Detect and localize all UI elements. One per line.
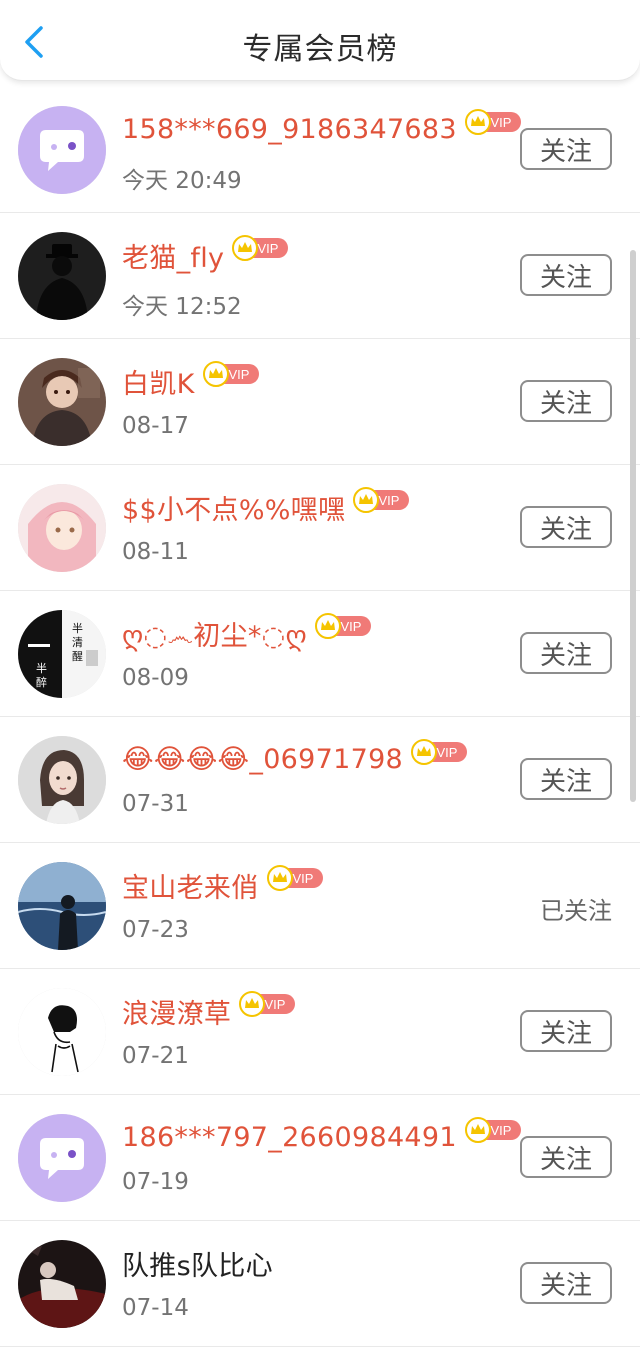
avatar[interactable]: 半 清 醒 半 醉 <box>18 610 106 698</box>
svg-text:醉: 醉 <box>36 675 47 689</box>
follow-button[interactable]: 关注 <box>520 1262 612 1304</box>
member-date: 07-14 <box>122 1295 189 1321</box>
vip-badge-icon: VIP <box>353 487 410 513</box>
page-title: 专属会员榜 <box>242 32 398 67</box>
avatar[interactable] <box>18 1114 106 1202</box>
member-date: 08-09 <box>122 665 189 691</box>
vip-badge-label: VIP <box>379 493 400 508</box>
member-name-line: 队推s队比心 <box>122 1243 273 1283</box>
member-row[interactable]: 老猫_fly VIP 今天 12:52 关注 <box>0 213 640 339</box>
member-date: 07-31 <box>122 791 189 817</box>
member-row[interactable]: 186***797_2660984491 VIP 07-19 关注 <box>0 1095 640 1221</box>
avatar[interactable] <box>18 232 106 320</box>
member-row[interactable]: 😂😂😂😂_06971798 VIP 07-31 关注 <box>0 717 640 843</box>
member-date: 07-19 <box>122 1169 189 1195</box>
member-row[interactable]: 半 清 醒 半 醉 ღ◌෴初尘*◌ღ VIP 08-09 关注 <box>0 591 640 717</box>
avatar[interactable] <box>18 862 106 950</box>
svg-text:半: 半 <box>72 621 83 635</box>
member-row[interactable]: 浪漫潦草 VIP 07-21 关注 <box>0 969 640 1095</box>
member-name-line: 宝山老来俏 VIP <box>122 865 325 905</box>
follow-button[interactable]: 关注 <box>520 380 612 422</box>
follow-button[interactable]: 关注 <box>520 632 612 674</box>
member-name-line: 186***797_2660984491 VIP <box>122 1117 523 1157</box>
vip-badge-icon: VIP <box>202 361 259 387</box>
member-name-line: 白凯K VIP <box>122 361 261 401</box>
member-name-line: 😂😂😂😂_06971798 VIP <box>122 739 469 779</box>
member-name[interactable]: ღ◌෴初尘*◌ღ <box>122 614 307 653</box>
member-name-line: 浪漫潦草 VIP <box>122 991 297 1031</box>
vip-badge-icon: VIP <box>464 109 521 135</box>
vip-badge-label: VIP <box>292 871 313 886</box>
member-date: 08-11 <box>122 539 189 565</box>
member-name[interactable]: 宝山老来俏 <box>122 866 259 905</box>
member-row[interactable]: 158***669_9186347683 VIP 今天 20:49 关注 <box>0 87 640 213</box>
vip-badge-label: VIP <box>437 745 458 760</box>
member-date: 08-17 <box>122 413 189 439</box>
avatar[interactable] <box>18 484 106 572</box>
vip-badge-icon: VIP <box>411 739 468 765</box>
member-name-line: ღ◌෴初尘*◌ღ VIP <box>122 613 373 653</box>
vip-ranking-page: 专属会员榜 158***669_9186347683 VIP 今天 20:49 关… <box>0 0 640 1359</box>
member-row[interactable]: 宝山老来俏 VIP 07-23 已关注 <box>0 843 640 969</box>
vip-badge-label: VIP <box>228 367 249 382</box>
member-name[interactable]: $$小不点%%嘿嘿 <box>122 488 345 527</box>
follow-button[interactable]: 关注 <box>520 254 612 296</box>
member-name[interactable]: 158***669_9186347683 <box>122 114 457 145</box>
vip-badge-label: VIP <box>490 1123 511 1138</box>
vip-badge-icon: VIP <box>464 1117 521 1143</box>
vip-badge-icon: VIP <box>239 991 296 1017</box>
svg-text:半: 半 <box>36 661 47 675</box>
vip-badge-icon: VIP <box>232 235 289 261</box>
member-name-line: 158***669_9186347683 VIP <box>122 109 523 149</box>
follow-button[interactable]: 关注 <box>520 758 612 800</box>
member-row[interactable]: 白凯K VIP 08-17 关注 <box>0 339 640 465</box>
avatar[interactable] <box>18 358 106 446</box>
member-name[interactable]: 浪漫潦草 <box>122 992 231 1031</box>
avatar[interactable] <box>18 988 106 1076</box>
vip-badge-icon: VIP <box>266 865 323 891</box>
member-name[interactable]: 😂😂😂😂_06971798 <box>122 744 403 775</box>
avatar[interactable] <box>18 106 106 194</box>
member-name-line: 老猫_fly VIP <box>122 235 290 275</box>
vip-badge-label: VIP <box>258 241 279 256</box>
member-name-line: $$小不点%%嘿嘿 VIP <box>122 487 411 527</box>
follow-button[interactable]: 关注 <box>520 128 612 170</box>
vip-badge-label: VIP <box>265 997 286 1012</box>
svg-text:清: 清 <box>72 636 83 649</box>
svg-text:醒: 醒 <box>72 650 83 663</box>
member-list: 158***669_9186347683 VIP 今天 20:49 关注 老猫_f… <box>0 87 640 1347</box>
member-date: 07-21 <box>122 1043 189 1069</box>
follow-button[interactable]: 关注 <box>520 1136 612 1178</box>
vip-badge-icon: VIP <box>315 613 372 639</box>
vip-badge-label: VIP <box>341 619 362 634</box>
scrollbar[interactable] <box>630 250 636 802</box>
top-bar: 专属会员榜 <box>0 0 640 81</box>
member-name[interactable]: 186***797_2660984491 <box>122 1122 457 1153</box>
follow-button[interactable]: 关注 <box>520 506 612 548</box>
avatar[interactable] <box>18 736 106 824</box>
member-name[interactable]: 老猫_fly <box>122 236 224 275</box>
avatar[interactable] <box>18 1240 106 1328</box>
member-name[interactable]: 队推s队比心 <box>122 1244 273 1283</box>
member-date: 今天 20:49 <box>122 168 242 194</box>
member-date: 今天 12:52 <box>122 294 242 320</box>
followed-status[interactable]: 已关注 <box>540 891 612 926</box>
member-name[interactable]: 白凯K <box>122 362 195 401</box>
member-row[interactable]: 队推s队比心 07-14 关注 <box>0 1221 640 1347</box>
member-date: 07-23 <box>122 917 189 943</box>
vip-badge-label: VIP <box>490 115 511 130</box>
follow-button[interactable]: 关注 <box>520 1010 612 1052</box>
member-row[interactable]: $$小不点%%嘿嘿 VIP 08-11 关注 <box>0 465 640 591</box>
